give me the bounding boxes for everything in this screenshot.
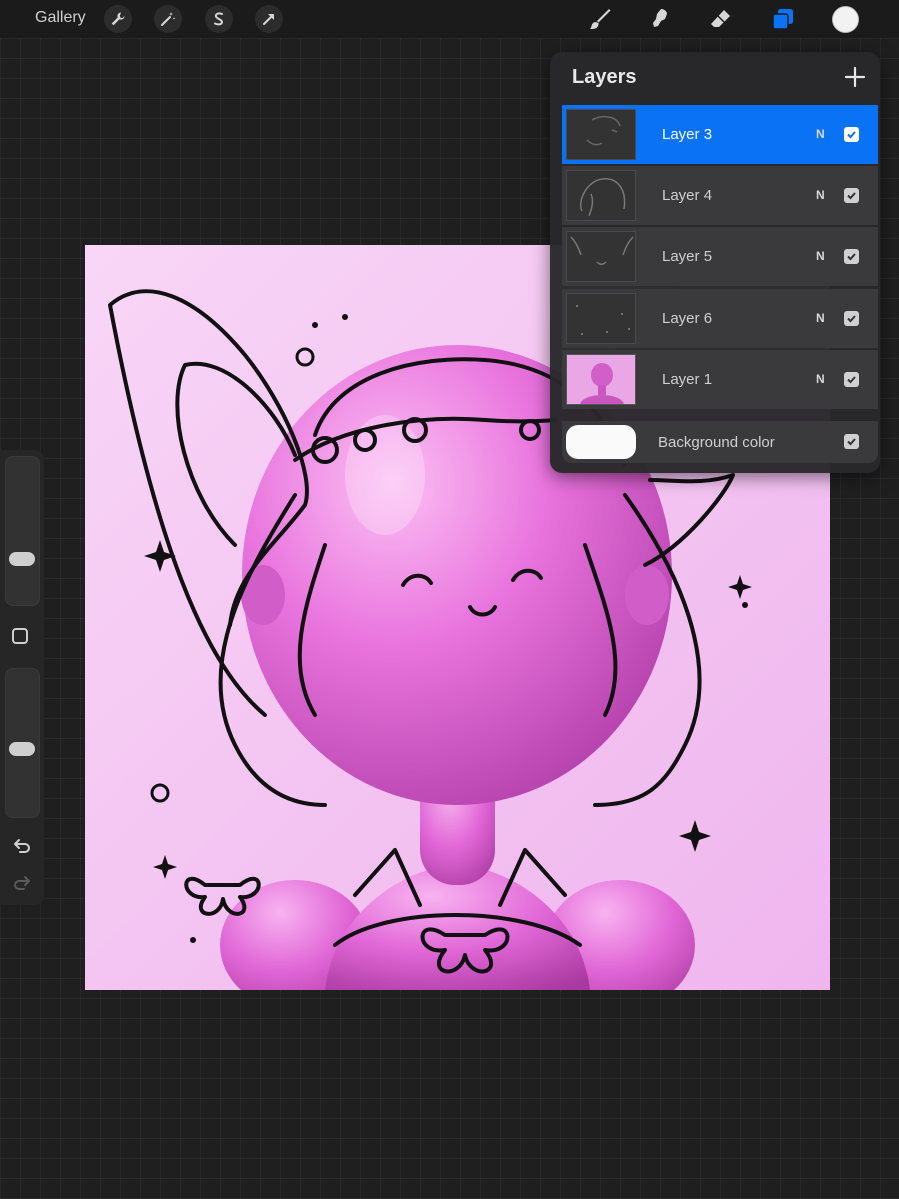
brush-icon[interactable] <box>585 4 615 34</box>
background-color-row[interactable]: Background color <box>562 421 878 463</box>
background-color-label: Background color <box>658 434 775 451</box>
actions-wrench-icon[interactable] <box>104 5 132 33</box>
blend-mode-button[interactable]: N <box>816 372 825 386</box>
blend-mode-button[interactable]: N <box>816 188 825 202</box>
background-color-swatch[interactable] <box>566 425 636 459</box>
layer-visibility-checkbox[interactable] <box>844 249 859 264</box>
eraser-icon[interactable] <box>706 4 736 34</box>
undo-icon[interactable] <box>11 835 33 857</box>
layers-icon[interactable] <box>768 4 798 34</box>
layer-visibility-checkbox[interactable] <box>844 311 859 326</box>
layer-name: Layer 1 <box>662 371 713 388</box>
layer-visibility-checkbox[interactable] <box>844 372 859 387</box>
opacity-slider[interactable] <box>5 668 40 818</box>
layer-thumbnail <box>566 293 636 344</box>
brush-size-slider[interactable] <box>5 456 40 606</box>
brush-size-slider-thumb[interactable] <box>9 552 35 566</box>
layer-visibility-checkbox[interactable] <box>844 188 859 203</box>
blend-mode-button[interactable]: N <box>816 249 825 263</box>
layer-row-layer-4[interactable]: Layer 4 N <box>562 166 878 225</box>
layer-visibility-checkbox[interactable] <box>844 127 859 142</box>
selection-icon[interactable] <box>205 5 233 33</box>
plus-icon[interactable] <box>842 64 868 90</box>
transform-arrow-icon[interactable] <box>255 5 283 33</box>
layer-thumbnail <box>566 170 636 221</box>
layer-thumbnail <box>566 231 636 282</box>
layer-visibility-checkbox[interactable] <box>844 434 859 449</box>
layer-name: Layer 4 <box>662 187 713 204</box>
top-toolbar: Gallery <box>0 0 899 38</box>
layer-row-layer-5[interactable]: Layer 5 N <box>562 227 878 286</box>
layer-row-layer-1[interactable]: Layer 1 N <box>562 350 878 409</box>
color-picker-swatch[interactable] <box>832 6 859 33</box>
adjustments-wand-icon[interactable] <box>154 5 182 33</box>
redo-icon[interactable] <box>11 872 33 894</box>
gallery-button[interactable]: Gallery <box>35 9 86 27</box>
smudge-icon[interactable] <box>645 4 675 34</box>
layer-name: Layer 5 <box>662 248 713 265</box>
layer-name: Layer 6 <box>662 310 713 327</box>
layer-name: Layer 3 <box>662 126 713 143</box>
layers-panel-title: Layers <box>572 66 637 88</box>
layer-row-layer-6[interactable]: Layer 6 N <box>562 289 878 348</box>
left-sidebar <box>0 450 44 905</box>
layer-thumbnail <box>566 109 636 160</box>
blend-mode-button[interactable]: N <box>816 311 825 325</box>
opacity-slider-thumb[interactable] <box>9 742 35 756</box>
layer-row-layer-3[interactable]: Layer 3 N <box>562 105 878 164</box>
blend-mode-button[interactable]: N <box>816 127 825 141</box>
layer-thumbnail <box>566 354 636 405</box>
layers-panel: Layers Layer 3 N Layer 4 N Layer 5 N Lay… <box>550 52 880 473</box>
modify-button[interactable] <box>12 628 28 644</box>
